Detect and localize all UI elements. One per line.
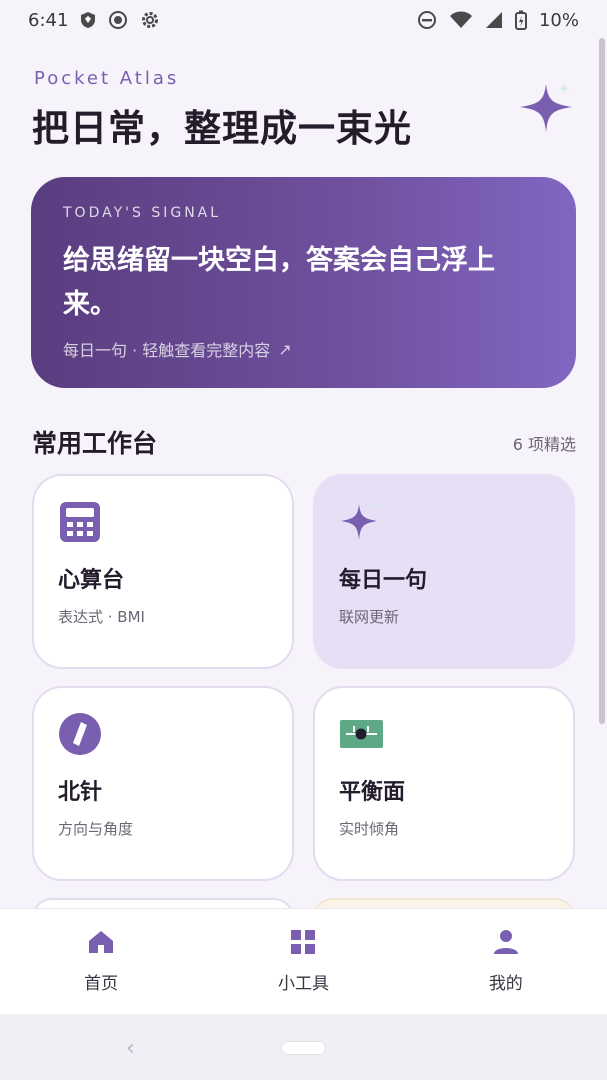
tool-name: 北针: [58, 780, 103, 805]
tool-desc: 表达式 · BMI: [58, 608, 145, 626]
tool-card-level[interactable]: 平衡面 实时倾角: [313, 686, 575, 881]
home-pill[interactable]: [282, 1042, 325, 1054]
app-screen: 6:41 10% Pocket Atlas 把日常，整理成一束光 TODAY'S…: [0, 0, 607, 1080]
tool-card-calculator[interactable]: 心算台 表达式 · BMI: [32, 474, 294, 669]
tool-card-compass[interactable]: 北针 方向与角度: [32, 686, 294, 881]
tool-desc: 联网更新: [339, 608, 400, 626]
bottom-nav: 首页 小工具 我的: [0, 908, 607, 1014]
brand-name: Pocket Atlas: [34, 68, 180, 89]
calculator-icon: [60, 502, 100, 542]
daily-signal-card[interactable]: TODAY'S SIGNAL 给思绪留一块空白，答案会自己浮上来。 每日一句 ·…: [31, 177, 576, 388]
nav-item-tools[interactable]: 小工具: [228, 929, 378, 994]
status-bar: 6:41 10%: [0, 0, 607, 40]
sparkle-icon: [520, 83, 572, 132]
wifi-icon: [449, 11, 472, 28]
signal-eyebrow: TODAY'S SIGNAL: [63, 205, 222, 221]
nav-label: 我的: [488, 974, 523, 994]
home-icon: [89, 931, 114, 953]
back-icon[interactable]: ‹: [126, 1036, 135, 1061]
status-time: 6:41: [28, 9, 69, 31]
tool-desc: 方向与角度: [58, 820, 134, 838]
person-icon: [493, 930, 518, 954]
system-nav-bar: ‹: [0, 1014, 607, 1080]
arrow-up-right-icon: ↗: [278, 339, 292, 359]
compass-icon: [59, 713, 101, 755]
signal-meta-text: 每日一句 · 轻触查看完整内容: [63, 341, 271, 360]
signal-meta: 每日一句 · 轻触查看完整内容 ↗: [63, 337, 544, 361]
grid-icon: [291, 930, 316, 954]
tool-name: 平衡面: [339, 780, 406, 805]
record-icon: [109, 11, 128, 29]
page-headline: 把日常，整理成一束光: [32, 107, 412, 150]
signal-icon: [485, 12, 502, 28]
tool-name: 心算台: [58, 568, 125, 593]
nav-item-home[interactable]: 首页: [26, 929, 176, 994]
section-count: 6 项精选: [512, 435, 576, 454]
level-icon: [340, 720, 383, 748]
nav-item-profile[interactable]: 我的: [431, 929, 581, 994]
nav-label: 小工具: [277, 974, 329, 994]
signal-quote: 给思绪留一块空白，答案会自己浮上来。: [63, 245, 495, 320]
nav-label: 首页: [84, 974, 119, 994]
section-title: 常用工作台: [32, 429, 158, 458]
battery-level: 10%: [538, 9, 579, 31]
tool-name: 每日一句: [339, 568, 428, 593]
tool-desc: 实时倾角: [339, 820, 400, 838]
scrollbar[interactable]: [599, 38, 605, 724]
dnd-icon: [417, 11, 436, 29]
gear-icon: [142, 12, 159, 28]
sparkle-icon: [341, 501, 379, 540]
tool-card-daily-quote[interactable]: 每日一句 联网更新: [313, 474, 575, 669]
battery-icon: [514, 10, 527, 30]
shield-icon: [81, 12, 96, 28]
